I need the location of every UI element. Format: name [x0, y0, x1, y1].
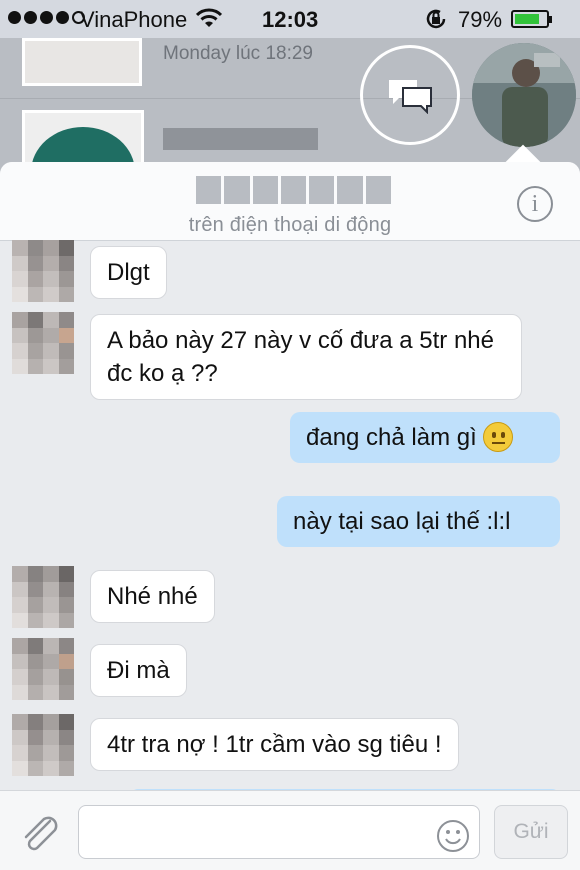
message-input[interactable] — [78, 805, 480, 859]
sender-avatar[interactable] — [12, 714, 74, 776]
outgoing-message-bubble[interactable]: đang chả làm gì — [290, 412, 560, 463]
info-button[interactable]: i — [517, 186, 553, 222]
battery-fill — [515, 14, 539, 24]
message-text: Nhé nhé — [107, 583, 198, 610]
message-text: Dlgt — [107, 259, 150, 286]
message-text: Đi mà — [107, 657, 170, 684]
incoming-message-bubble[interactable]: Đi mà — [90, 644, 187, 697]
chat-panel: trên điện thoại di động i Dlgt A bảo này… — [0, 162, 580, 870]
status-bar: VinaPhone 12:03 79% — [0, 0, 580, 38]
send-button[interactable]: Gửi — [494, 805, 568, 859]
message-text: 4tr tra nợ ! 1tr cầm vào sg tiêu ! — [107, 731, 442, 758]
blurred-contact-name — [163, 128, 318, 150]
conversation-date: Monday lúc 18:29 — [163, 43, 313, 64]
sender-avatar[interactable] — [12, 240, 74, 302]
chat-subtitle: trên điện thoại di động — [188, 214, 392, 236]
message-text: đang chả làm gì — [306, 424, 477, 451]
neutral-face-emoji-icon — [482, 421, 513, 452]
sender-avatar[interactable] — [12, 312, 74, 374]
chat-heads-button[interactable] — [360, 45, 460, 145]
rotation-lock-icon — [424, 7, 448, 37]
chat-head-avatar[interactable] — [472, 43, 576, 147]
message-text: này tại sao lại thế :l:l — [293, 508, 511, 535]
chat-bubbles-icon — [389, 80, 432, 114]
incoming-message-bubble[interactable]: A bảo này 27 này v cố đưa a 5tr nhé đc k… — [90, 314, 522, 400]
emoji-picker-icon[interactable] — [436, 819, 470, 858]
incoming-message-bubble[interactable]: 4tr tra nợ ! 1tr cầm vào sg tiêu ! — [90, 718, 459, 771]
wifi-icon — [195, 7, 223, 35]
message-composer: Gửi — [0, 790, 580, 870]
incoming-message-bubble[interactable]: Nhé nhé — [90, 570, 215, 623]
message-text: A bảo này 27 này v cố đưa a 5tr nhé đc k… — [107, 327, 494, 387]
attachment-paperclip-icon[interactable] — [20, 815, 60, 856]
sender-avatar[interactable] — [12, 638, 74, 700]
sender-avatar[interactable] — [12, 566, 74, 628]
outgoing-message-bubble[interactable]: này tại sao lại thế :l:l — [277, 496, 560, 547]
battery-percent: 79% — [458, 7, 503, 32]
incoming-message-bubble[interactable]: Dlgt — [90, 246, 167, 299]
blurred-contact-name — [196, 176, 391, 204]
signal-strength-icon — [8, 11, 85, 24]
clock: 12:03 — [262, 7, 319, 32]
battery-icon — [511, 10, 552, 28]
carrier-name: VinaPhone — [80, 7, 188, 32]
message-list[interactable]: Dlgt A bảo này 27 này v cố đưa a 5tr nhé… — [0, 240, 580, 790]
chat-header: trên điện thoại di động i — [0, 162, 580, 241]
info-icon: i — [531, 191, 539, 217]
conversation-thumbnail[interactable] — [22, 38, 142, 86]
